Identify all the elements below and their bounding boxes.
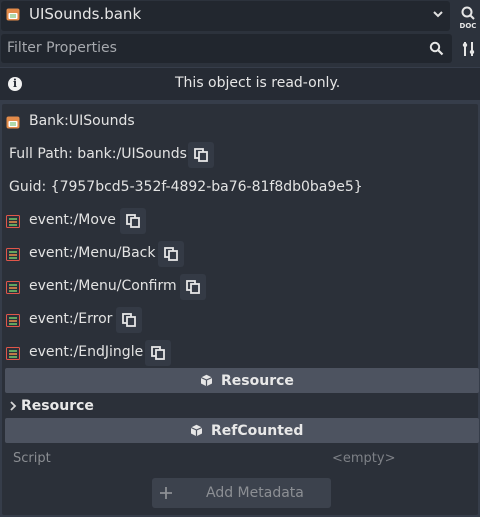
event-label: event:/Error	[29, 311, 113, 327]
chevron-right-icon[interactable]	[9, 401, 17, 411]
copy-event-button[interactable]	[145, 340, 171, 366]
resource-section-title: Resource	[221, 373, 294, 389]
event-icon	[6, 248, 20, 261]
resource-name: UISounds.bank	[29, 5, 142, 23]
cube-icon	[200, 374, 213, 387]
info-icon: i	[8, 77, 22, 91]
copy-event-button[interactable]	[158, 241, 184, 267]
inspector-panel	[2, 104, 478, 515]
doc-search-icon[interactable]: DOC	[458, 4, 478, 30]
copy-icon	[126, 214, 140, 228]
chevron-down-icon[interactable]	[432, 8, 444, 20]
filter-placeholder: Filter Properties	[7, 40, 117, 56]
bank-title: Bank:UISounds	[29, 113, 135, 129]
full-path-label: Full Path: bank:/UISounds	[9, 146, 187, 162]
svg-text:DOC: DOC	[460, 22, 477, 30]
copy-event-button[interactable]	[120, 208, 146, 234]
add-metadata-label: Add Metadata	[206, 485, 304, 501]
copy-icon	[164, 247, 178, 261]
event-icon	[6, 314, 20, 327]
copy-icon	[186, 280, 200, 294]
cube-icon	[190, 424, 203, 437]
copy-event-button[interactable]	[180, 274, 206, 300]
event-icon	[6, 347, 20, 360]
event-icon	[6, 215, 20, 228]
copy-full-path-button[interactable]	[188, 142, 214, 168]
event-label: event:/Menu/Confirm	[29, 278, 177, 294]
resource-group-toggle[interactable]: Resource	[21, 398, 94, 414]
event-label: event:/Move	[29, 212, 116, 228]
read-only-text: This object is read-only.	[175, 75, 341, 91]
guid-label: Guid: {7957bcd5-352f-4892-ba76-81f8db0ba…	[9, 179, 363, 195]
copy-icon	[194, 148, 208, 162]
bank-icon	[6, 116, 20, 129]
bank-icon	[6, 8, 20, 21]
script-property-label: Script	[13, 451, 51, 466]
copy-event-button[interactable]	[116, 307, 142, 333]
plus-icon	[160, 487, 172, 499]
script-property-value[interactable]: <empty>	[332, 451, 396, 466]
event-icon	[6, 281, 20, 294]
search-icon	[429, 41, 444, 56]
event-label: event:/EndJingle	[29, 344, 144, 360]
copy-icon	[151, 346, 165, 360]
copy-icon	[122, 313, 136, 327]
refcounted-section-title: RefCounted	[211, 423, 304, 439]
property-tools-icon[interactable]	[461, 41, 476, 57]
event-label: event:/Menu/Back	[29, 245, 156, 261]
